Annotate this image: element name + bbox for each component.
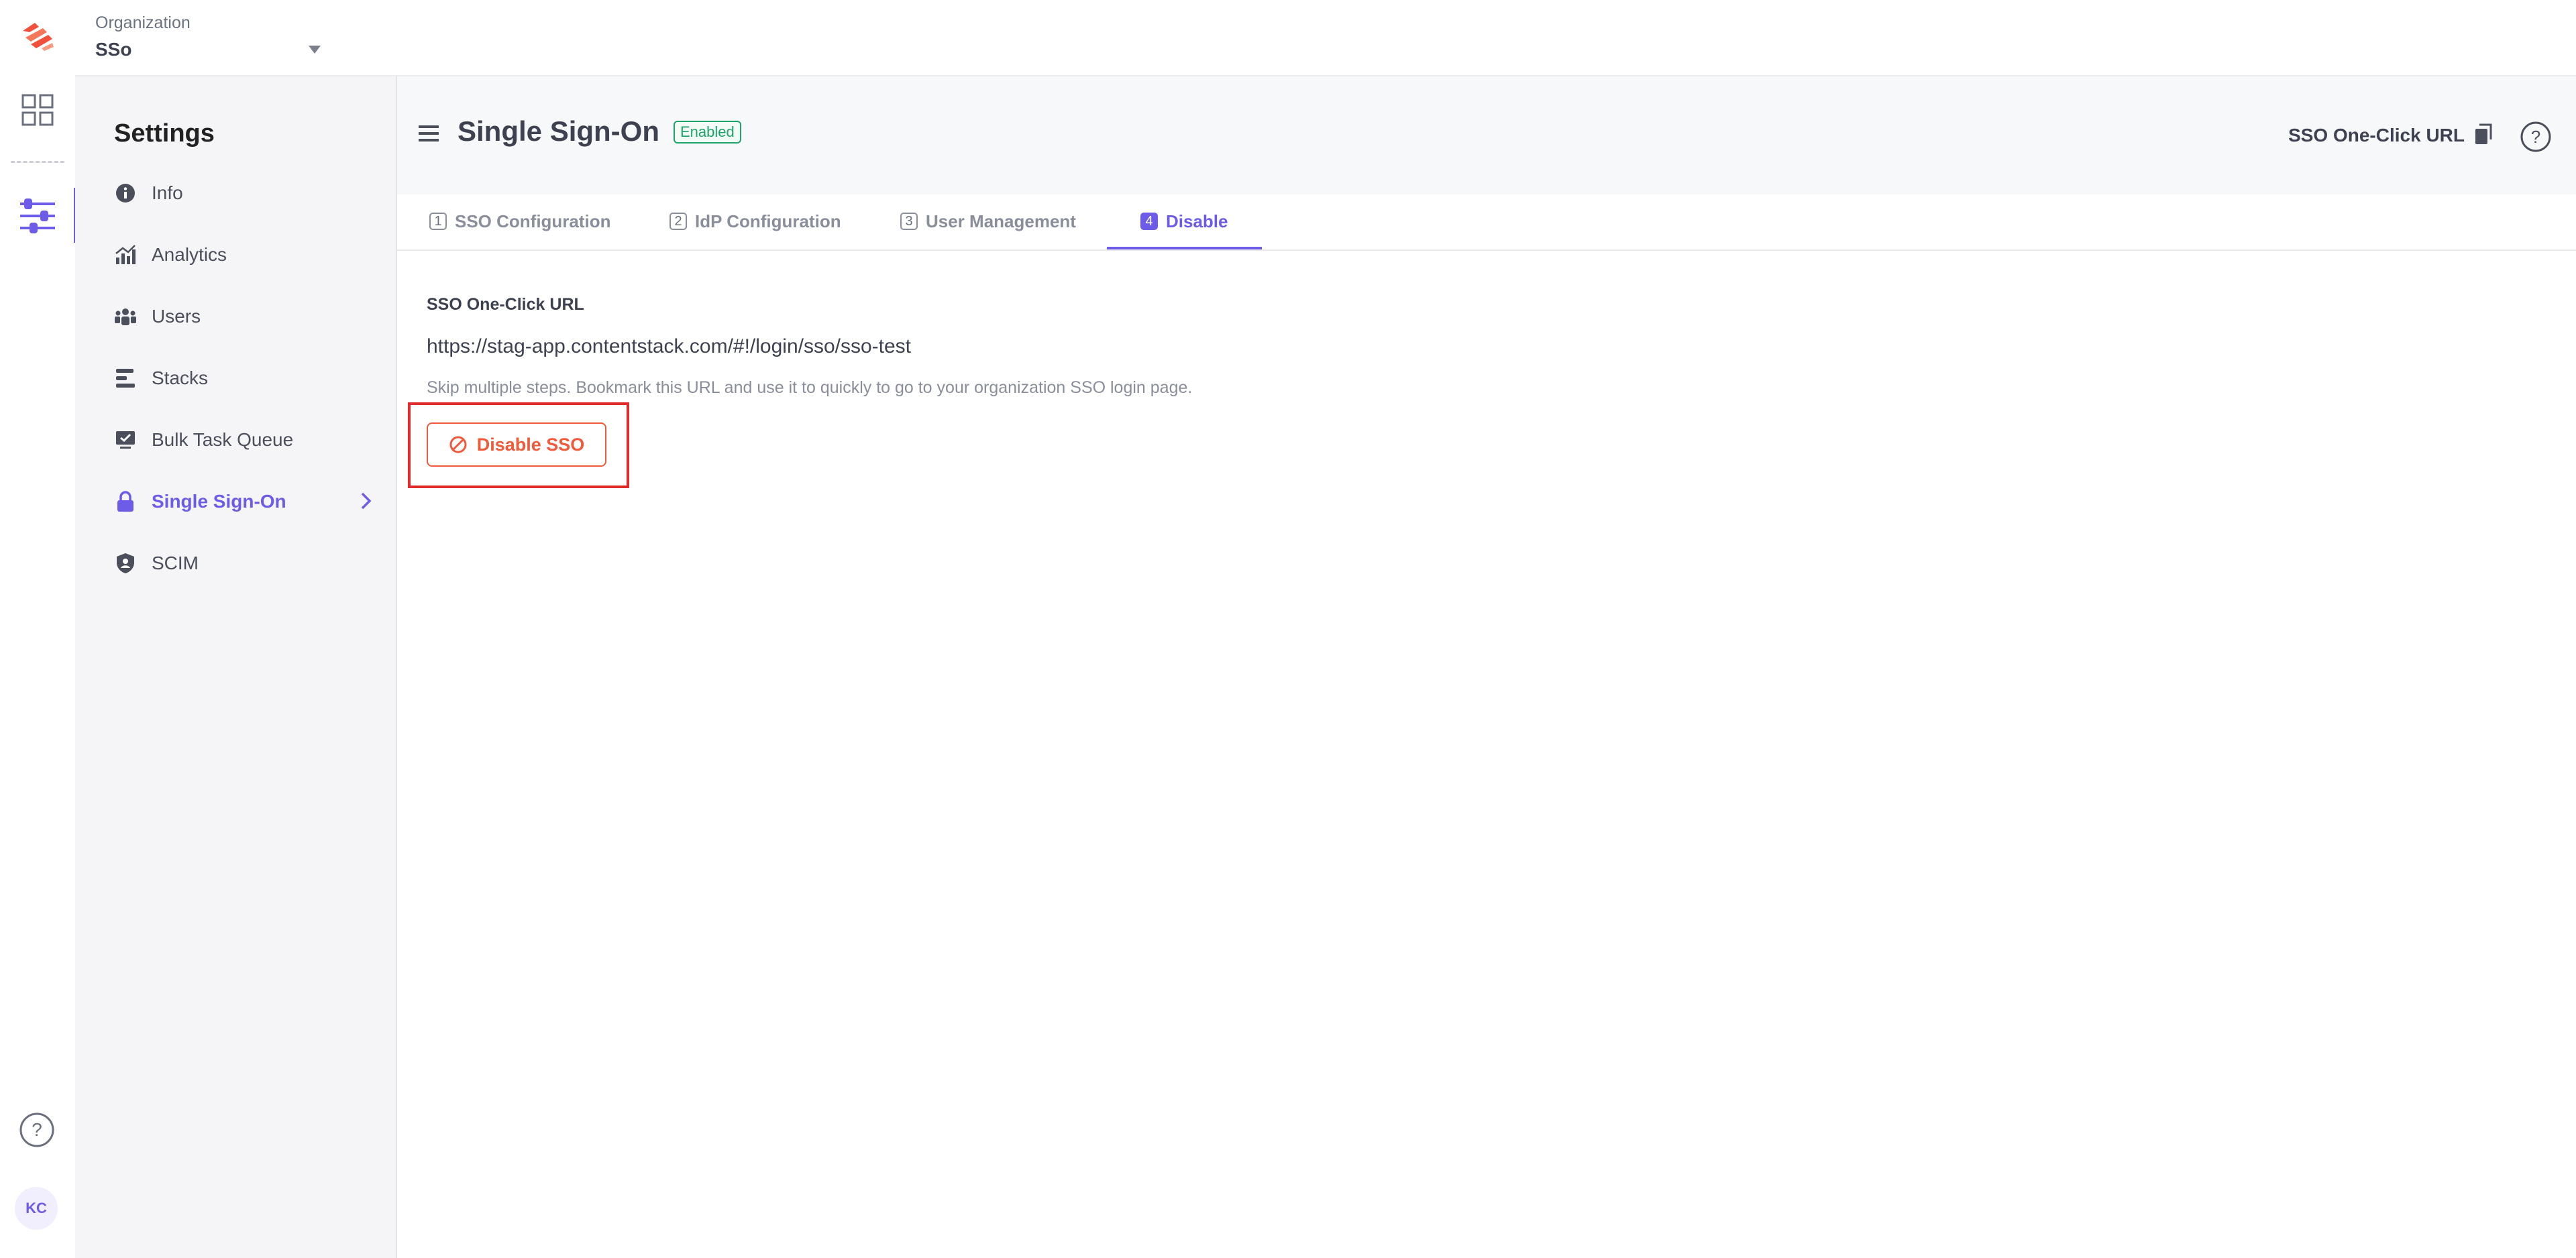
shield-icon	[114, 552, 137, 575]
page-header: Single Sign-On Enabled SSO One-Click URL…	[397, 75, 2576, 197]
sidebar-item-label: Info	[152, 182, 183, 203]
disable-sso-button[interactable]: Disable SSO	[427, 422, 606, 467]
org-name[interactable]: SSo	[95, 39, 131, 60]
sidebar-item-bulk-task-queue[interactable]: Bulk Task Queue	[114, 420, 376, 460]
tab-user-management[interactable]: 3 User Management	[900, 194, 1076, 248]
sidebar-item-label: Stacks	[152, 367, 209, 388]
analytics-icon	[114, 243, 137, 266]
settings-sidebar: Settings Info Analytics Users Stacks Bul…	[75, 75, 397, 1258]
sidebar-item-label: Users	[152, 306, 201, 327]
hamburger-menu-icon[interactable]	[419, 125, 439, 142]
sso-url-value[interactable]: https://stag-app.contentstack.com/#!/log…	[427, 335, 911, 358]
bulk-task-icon	[114, 428, 137, 451]
sidebar-item-info[interactable]: Info	[114, 173, 376, 213]
tab-label: Disable	[1166, 211, 1228, 231]
stacks-icon	[114, 367, 137, 390]
step-number: 1	[429, 213, 447, 230]
user-avatar[interactable]: KC	[15, 1187, 58, 1230]
tab-label: SSO Configuration	[455, 211, 611, 231]
step-number: 2	[669, 213, 687, 230]
sso-url-help-text: Skip multiple steps. Bookmark this URL a…	[427, 378, 1193, 397]
sidebar-item-scim[interactable]: SCIM	[114, 543, 376, 583]
contentstack-logo-icon[interactable]	[16, 16, 59, 56]
org-label: Organization	[95, 13, 191, 32]
sidebar-item-single-sign-on[interactable]: Single Sign-On	[114, 481, 376, 522]
chevron-right-icon	[356, 491, 376, 511]
sidebar-item-stacks[interactable]: Stacks	[114, 358, 376, 398]
svg-text:?: ?	[32, 1119, 42, 1140]
page-title: Single Sign-On	[458, 115, 659, 147]
sidebar-item-analytics[interactable]: Analytics	[114, 235, 376, 275]
sidebar-title: Settings	[114, 119, 215, 148]
sso-one-click-url-link[interactable]: SSO One-Click URL	[2288, 125, 2465, 146]
sidebar-item-label: Single Sign-On	[152, 491, 286, 512]
copy-icon[interactable]	[2473, 123, 2493, 145]
tab-sso-configuration[interactable]: 1 SSO Configuration	[429, 194, 611, 248]
sso-url-label: SSO One-Click URL	[427, 295, 584, 314]
tab-idp-configuration[interactable]: 2 IdP Configuration	[669, 194, 841, 248]
info-icon	[114, 182, 137, 205]
ban-icon	[449, 435, 468, 454]
sidebar-item-label: Bulk Task Queue	[152, 429, 294, 450]
sidebar-item-label: Analytics	[152, 244, 227, 265]
step-number: 3	[900, 213, 918, 230]
step-number: 4	[1140, 213, 1158, 230]
sidebar-item-users[interactable]: Users	[114, 296, 376, 337]
svg-text:?: ?	[2531, 127, 2540, 147]
tab-bar: 1 SSO Configuration 2 IdP Configuration …	[397, 194, 2576, 251]
app-rail: ? KC	[0, 0, 76, 1257]
disable-sso-label: Disable SSO	[476, 434, 585, 455]
sidebar-item-label: SCIM	[152, 553, 199, 573]
org-switcher[interactable]: Organization SSo	[75, 0, 2576, 75]
help-icon[interactable]: ?	[19, 1112, 55, 1148]
tab-label: IdP Configuration	[695, 211, 841, 231]
chevron-down-icon[interactable]	[309, 46, 321, 54]
rail-divider	[11, 161, 64, 163]
users-icon	[114, 305, 137, 328]
settings-sliders-icon[interactable]	[17, 198, 58, 233]
status-badge: Enabled	[674, 121, 741, 144]
lock-icon	[114, 490, 137, 513]
tab-label: User Management	[926, 211, 1076, 231]
tab-disable[interactable]: 4 Disable	[1107, 194, 1261, 249]
dashboard-grid-icon[interactable]	[20, 93, 55, 127]
help-icon[interactable]: ?	[2520, 121, 2552, 153]
